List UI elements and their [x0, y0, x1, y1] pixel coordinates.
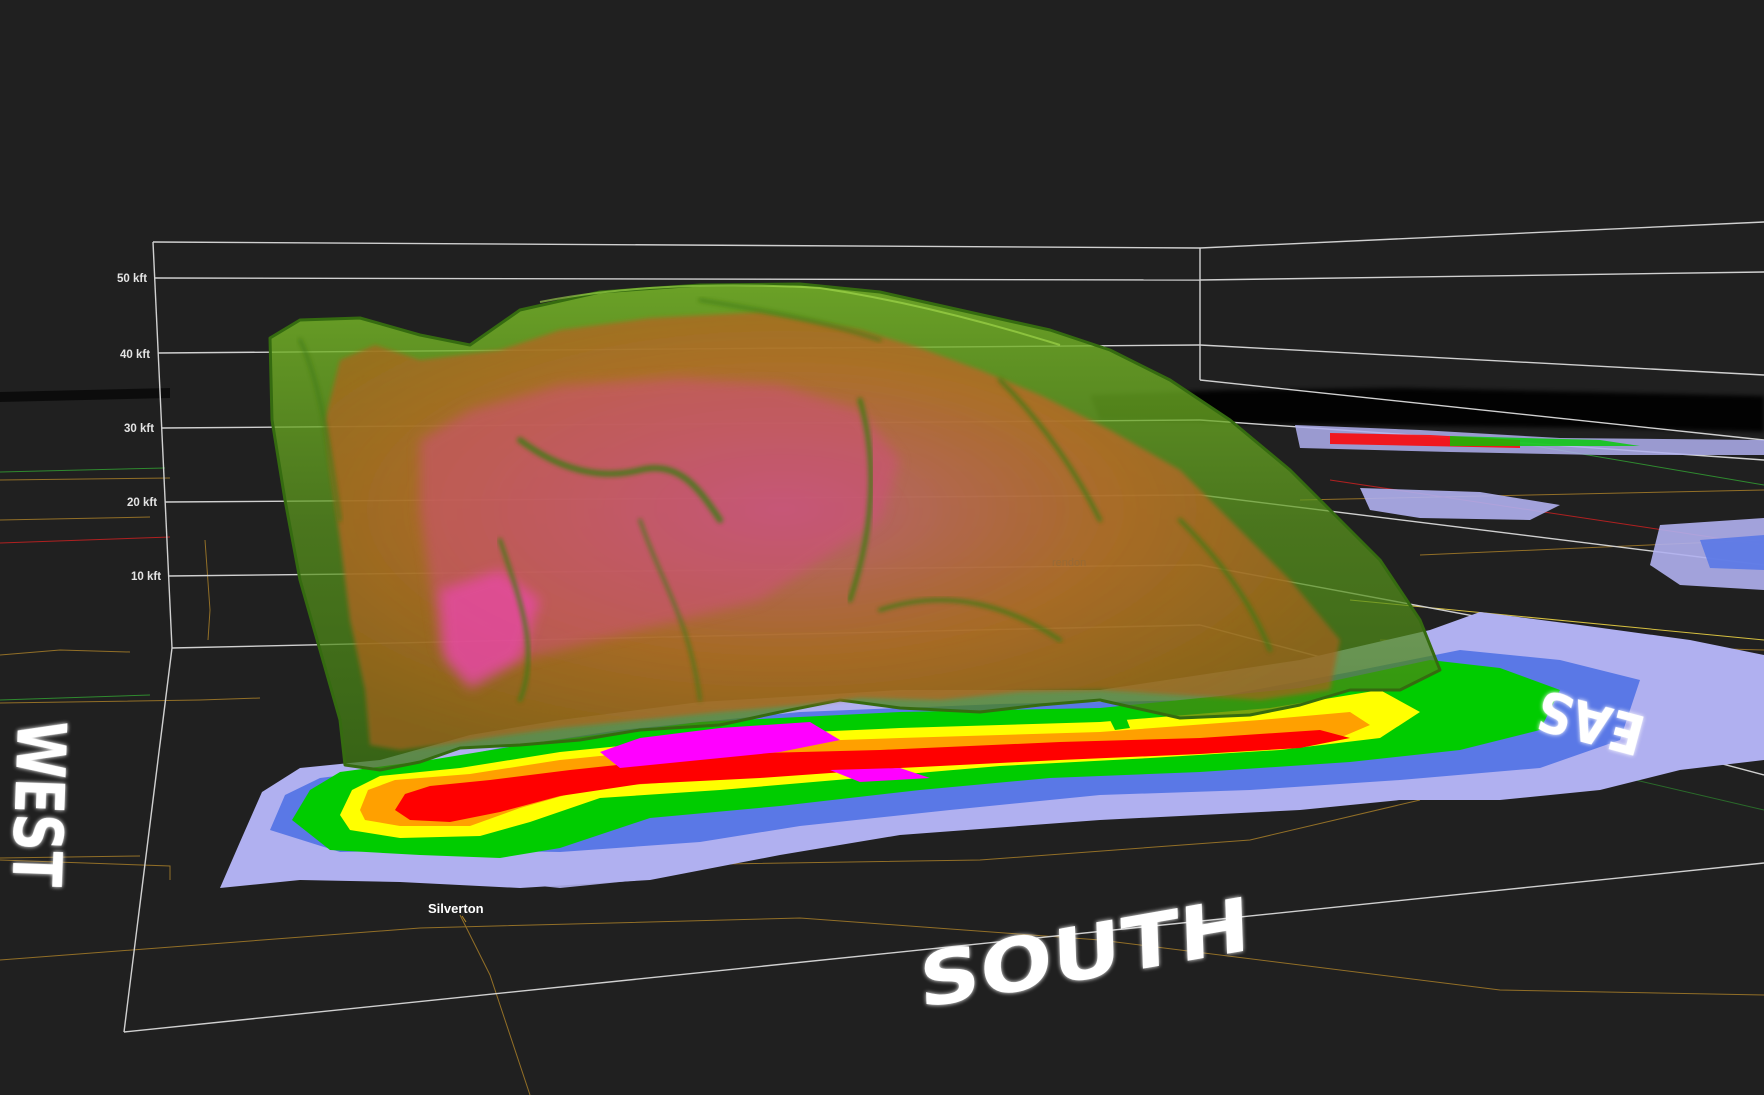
town-label-silverton[interactable]: Silverton	[428, 901, 484, 916]
altitude-tick-40: 40 kft	[120, 349, 150, 361]
altitude-tick-20: 20 kft	[127, 497, 157, 509]
compass-west-label: WEST	[0, 719, 80, 887]
radar-3d-scene[interactable]: 50 kft 40 kft 30 kft 20 kft 10 kft Silve…	[0, 0, 1764, 1095]
compass-south-label: SOUTH	[918, 880, 1252, 1025]
altitude-tick-10: 10 kft	[131, 571, 161, 583]
altitude-axis: 50 kft 40 kft 30 kft 20 kft 10 kft	[117, 273, 161, 583]
altitude-tick-50: 50 kft	[117, 273, 147, 285]
town-label-clarendon: rendon	[1052, 557, 1086, 569]
storm-isosurface	[268, 282, 1442, 772]
radar-3d-viewport[interactable]: 50 kft 40 kft 30 kft 20 kft 10 kft Silve…	[0, 0, 1764, 1095]
altitude-tick-30: 30 kft	[124, 423, 154, 435]
